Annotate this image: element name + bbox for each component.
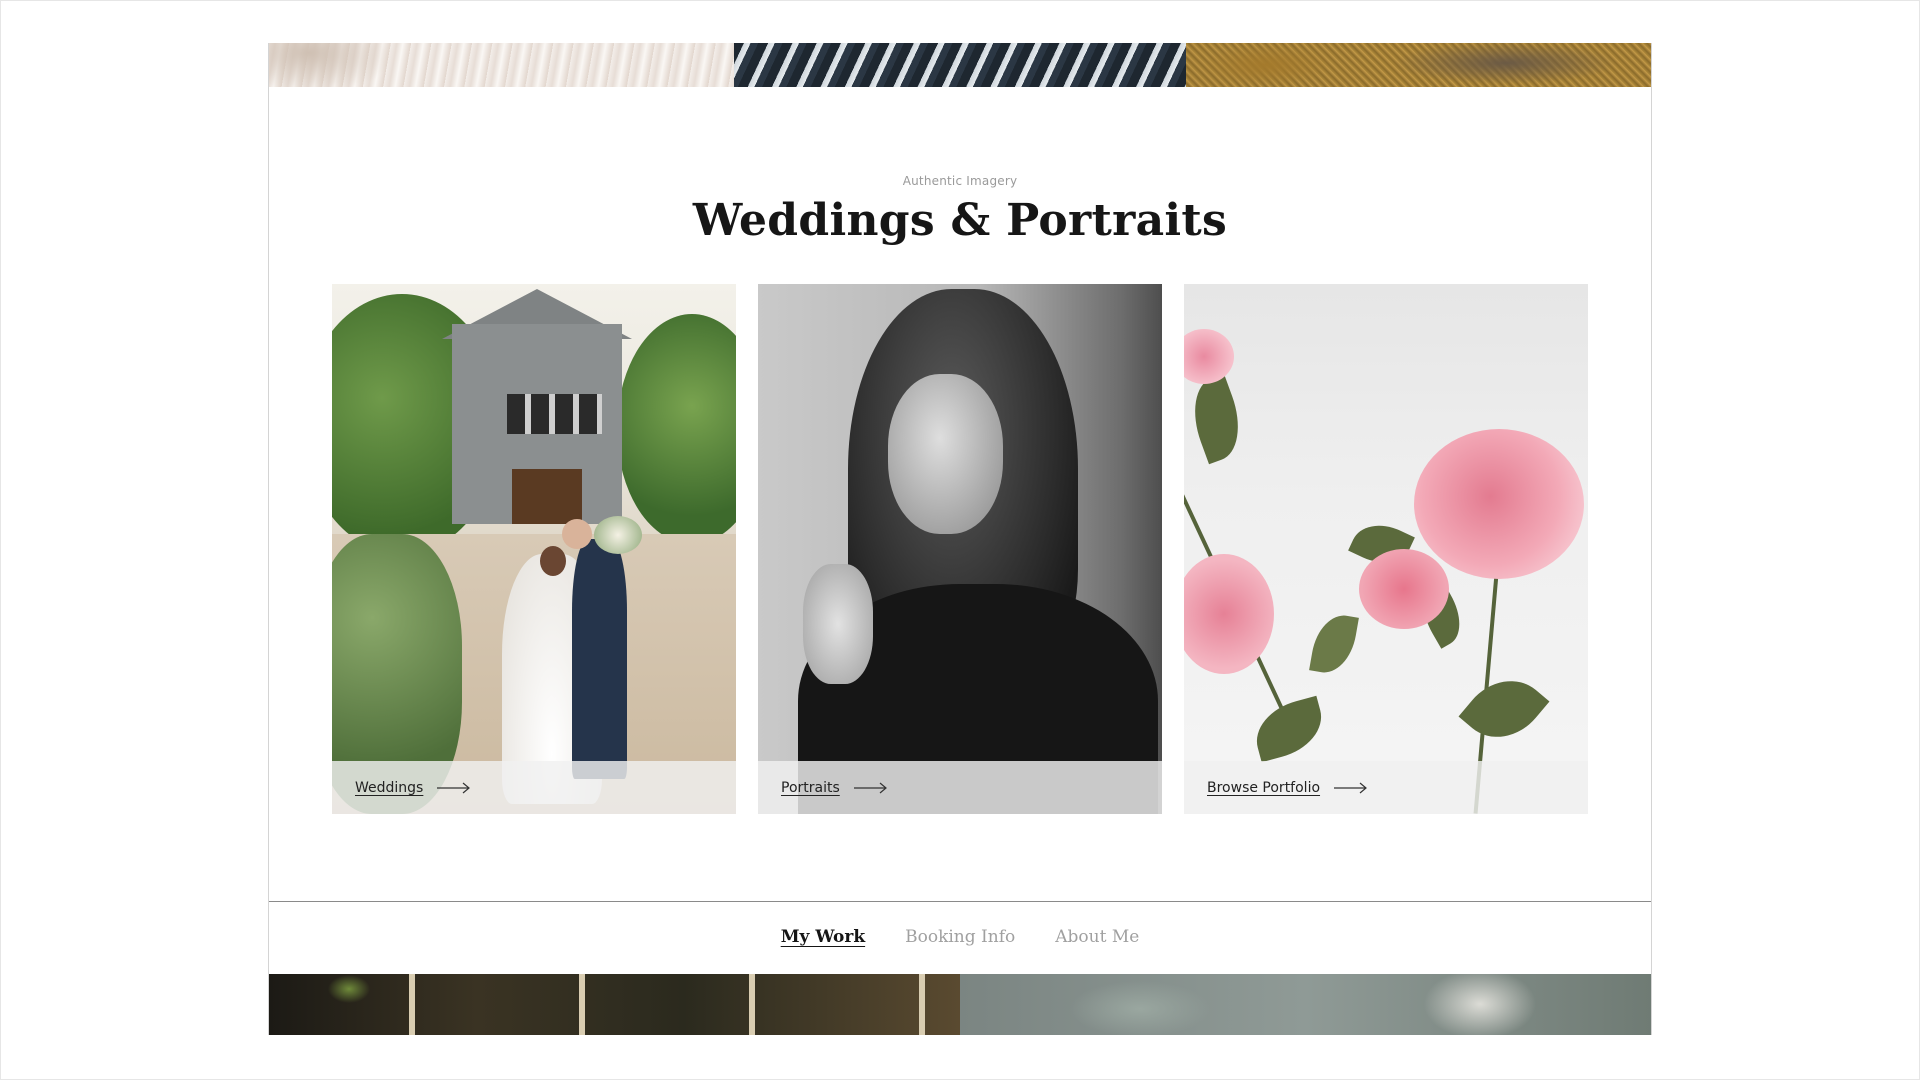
arrow-right-icon [1334,782,1367,793]
card-caption-bar: Portraits [758,761,1162,814]
bottom-photo-strip [269,974,1651,1035]
section-eyebrow: Authentic Imagery [902,174,1018,188]
nav-link-about-me[interactable]: About Me [1055,927,1139,947]
section-title: Weddings & Portraits [692,195,1228,246]
card-portraits[interactable]: Portraits [758,284,1162,814]
nav-link-my-work[interactable]: My Work [781,927,865,947]
gallery-cards: Weddings Portraits Browse Portfolio [332,284,1588,814]
page-container: Authentic Imagery Weddings & Portraits W… [268,43,1652,1035]
top-photo-strip [269,43,1651,87]
card-weddings[interactable]: Weddings [332,284,736,814]
arrow-right-icon [853,782,887,793]
card-browse-portfolio[interactable]: Browse Portfolio [1184,284,1588,814]
bottom-photo-blurred [960,974,1651,1035]
roses-photo [1184,284,1588,814]
section-divider [269,901,1651,902]
card-caption-bar: Browse Portfolio [1184,761,1588,814]
nav-link-booking-info[interactable]: Booking Info [905,927,1015,947]
strip-photo-striped-fabric [734,43,1186,87]
card-caption-bar: Weddings [332,761,736,814]
portraits-photo [758,284,1162,814]
card-link-label[interactable]: Browse Portfolio [1207,780,1320,796]
weddings-photo [332,284,736,814]
card-link-label[interactable]: Portraits [781,780,840,796]
arrow-right-icon [437,782,471,793]
strip-photo-veil [269,43,734,87]
footer-nav: My Work Booking Info About Me [269,917,1651,957]
card-link-label[interactable]: Weddings [355,780,423,796]
bottom-photo-garden [269,974,960,1035]
strip-photo-woven-texture [1186,43,1651,87]
